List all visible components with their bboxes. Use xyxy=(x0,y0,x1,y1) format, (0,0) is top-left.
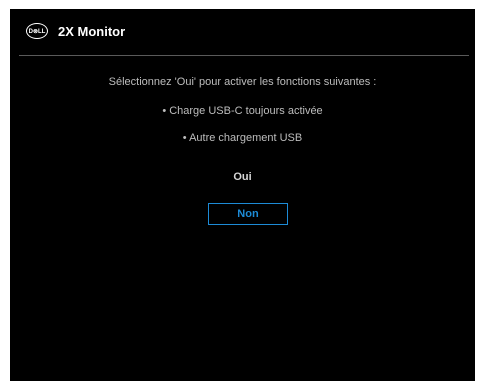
monitor-title: 2X Monitor xyxy=(58,24,126,39)
prompt-text: Sélectionnez 'Oui' pour activer les fonc… xyxy=(108,76,377,88)
feature-usbc-charging: • Charge USB-C toujours activée xyxy=(162,105,323,117)
osd-menu: D⊗LL 2X Monitor Sélectionnez 'Oui' pour … xyxy=(10,9,475,381)
yes-option-button[interactable]: Oui xyxy=(10,171,475,183)
no-option-button[interactable]: Non xyxy=(208,203,288,225)
feature-other-usb-charging: • Autre chargement USB xyxy=(182,132,303,144)
dell-logo-icon: D⊗LL xyxy=(26,23,48,39)
osd-header: D⊗LL 2X Monitor xyxy=(10,9,475,55)
header-divider xyxy=(19,55,469,56)
